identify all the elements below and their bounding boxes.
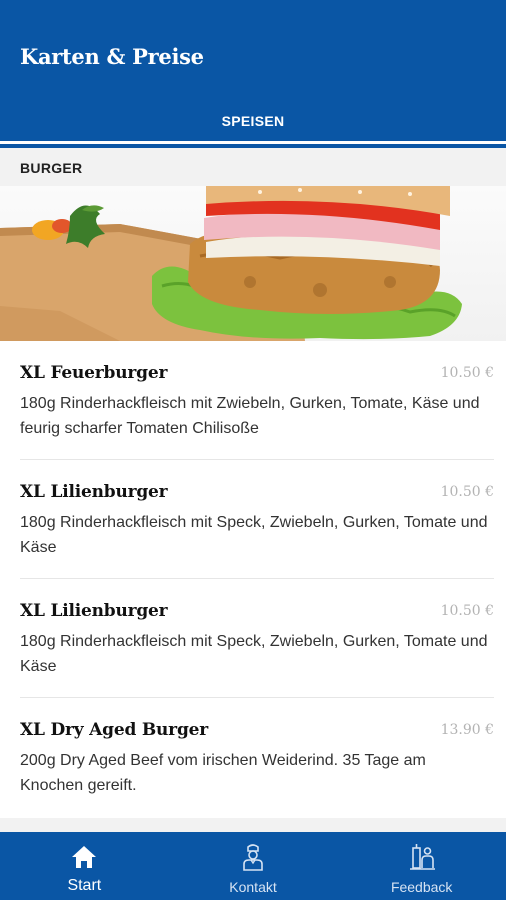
tab-indicator: [0, 141, 506, 144]
item-name: XL Dry Aged Burger: [20, 720, 208, 740]
item-price: 13.90 €: [440, 722, 494, 738]
item-description: 180g Rinderhackfleisch mit Zwiebeln, Gur…: [20, 395, 480, 437]
tab-label: SPEISEN: [221, 113, 285, 129]
item-price: 10.50 €: [440, 365, 494, 381]
home-icon: [72, 846, 97, 868]
item-name: XL Feuerburger: [20, 363, 168, 383]
section-header-burger: BURGER: [0, 148, 506, 186]
item-description: 200g Dry Aged Beef vom irischen Weiderin…: [20, 752, 426, 794]
nav-label: Kontakt: [229, 879, 277, 895]
item-price: 10.50 €: [440, 603, 494, 619]
app-bar: Karten & Preise SPEISEN: [0, 0, 506, 148]
item-name: XL Lilienburger: [20, 482, 168, 502]
item-name: XL Lilienburger: [20, 601, 168, 621]
item-price: 10.50 €: [440, 484, 494, 500]
waiter-icon: [243, 844, 263, 871]
menu-item[interactable]: XL Lilienburger 10.50 € 180g Rinderhackf…: [20, 579, 494, 698]
tab-speisen[interactable]: SPEISEN: [0, 104, 506, 144]
nav-label: Feedback: [390, 879, 453, 895]
menu-item[interactable]: XL Dry Aged Burger 13.90 € 200g Dry Aged…: [20, 698, 494, 818]
menu-item[interactable]: XL Feuerburger 10.50 € 180g Rinderhackfl…: [20, 341, 494, 460]
nav-kontakt[interactable]: Kontakt: [169, 832, 338, 900]
bottom-navigation: Start Kontakt Feedback: [0, 832, 506, 900]
burger-banner-image: [0, 186, 506, 341]
nav-feedback[interactable]: Feedback: [337, 832, 506, 900]
menu-item[interactable]: XL Lilienburger 10.50 € 180g Rinderhackf…: [20, 460, 494, 579]
section-header-schnitzel: SCHNITZEL: [0, 818, 506, 832]
menu-list[interactable]: BURGER XL Feuerburger 10.50 € 180g Rinde…: [0, 148, 506, 832]
item-description: 180g Rinderhackfleisch mit Speck, Zwiebe…: [20, 633, 488, 675]
nav-start[interactable]: Start: [0, 832, 169, 900]
page-title: Karten & Preise: [20, 44, 204, 69]
item-description: 180g Rinderhackfleisch mit Speck, Zwiebe…: [20, 514, 488, 556]
nav-label: Start: [67, 877, 102, 894]
feedback-icon: [409, 844, 435, 870]
